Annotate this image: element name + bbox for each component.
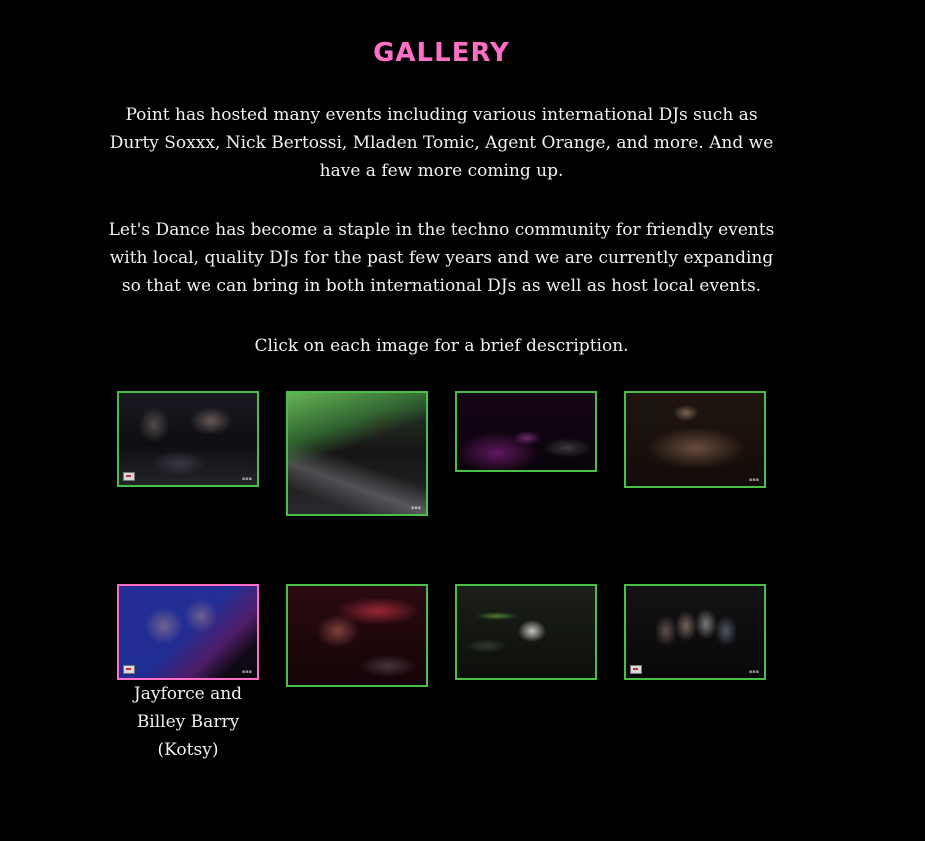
watermark-icon: ▪▪▪ — [241, 476, 252, 482]
photographer-logo-icon — [123, 665, 135, 674]
photographer-logo-icon — [630, 665, 642, 674]
gallery-photo — [119, 586, 257, 678]
gallery-thumbnail-7[interactable] — [455, 584, 597, 680]
page-title: GALLERY — [373, 38, 510, 68]
gallery-photo — [288, 586, 426, 685]
gallery-thumbnail-6[interactable] — [286, 584, 428, 687]
watermark-icon: ▪▪▪ — [748, 477, 759, 483]
gallery-photo — [626, 393, 764, 486]
gallery-photo — [626, 586, 764, 678]
gallery-thumbnail-8[interactable]: ▪▪▪ — [624, 584, 766, 680]
gallery-photo — [457, 586, 595, 678]
gallery-photo — [288, 393, 426, 514]
gallery-thumbnail-1[interactable]: ▪▪▪ — [117, 391, 259, 487]
gallery-photo — [457, 393, 595, 470]
intro-paragraph-point: Point has hosted many events including v… — [109, 105, 774, 181]
gallery-thumbnail-2[interactable]: ▪▪▪ — [286, 391, 428, 516]
gallery-thumbnail-5-selected[interactable]: ▪▪▪ — [117, 584, 259, 680]
watermark-icon: ▪▪▪ — [748, 669, 759, 675]
gallery-photo — [119, 393, 257, 485]
thumbnail-caption: Jayforce and Billey Barry (Kotsy) — [133, 684, 243, 760]
watermark-icon: ▪▪▪ — [241, 669, 252, 675]
gallery-instruction: Click on each image for a brief descript… — [254, 336, 629, 356]
photographer-logo-icon — [123, 472, 135, 481]
intro-paragraph-lets-dance: Let's Dance has become a staple in the t… — [108, 220, 775, 296]
watermark-icon: ▪▪▪ — [410, 505, 421, 511]
gallery-thumbnail-4[interactable]: ▪▪▪ — [624, 391, 766, 488]
gallery-thumbnail-3[interactable] — [455, 391, 597, 472]
